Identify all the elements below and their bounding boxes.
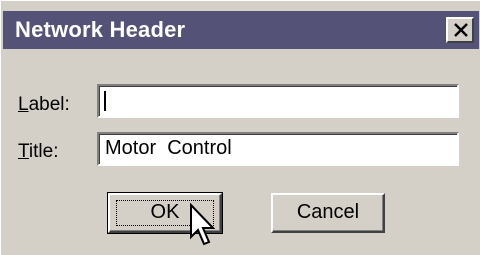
label-input[interactable] <box>97 84 459 118</box>
title-field-label: Title: <box>18 140 58 164</box>
arrow-pointer-icon <box>190 203 216 246</box>
title-text: itle: <box>28 141 59 162</box>
title-bar: Network Header <box>3 11 479 49</box>
text-caret <box>104 91 106 111</box>
label-mnemonic: L <box>18 94 29 115</box>
title-input-value: Motor Control <box>105 137 232 159</box>
close-icon <box>454 23 468 37</box>
cancel-button[interactable]: Cancel <box>271 193 385 233</box>
ok-button-label: OK <box>150 201 180 223</box>
title-mnemonic: T <box>18 141 29 162</box>
dialog-title: Network Header <box>15 17 186 42</box>
close-button[interactable] <box>446 17 474 43</box>
label-text: abel: <box>28 94 70 115</box>
network-header-dialog: Network Header Label: Title: Motor Contr… <box>0 0 480 255</box>
label-field-label: Label: <box>18 93 70 117</box>
cancel-button-label: Cancel <box>296 201 360 223</box>
title-input[interactable]: Motor Control <box>97 132 459 166</box>
